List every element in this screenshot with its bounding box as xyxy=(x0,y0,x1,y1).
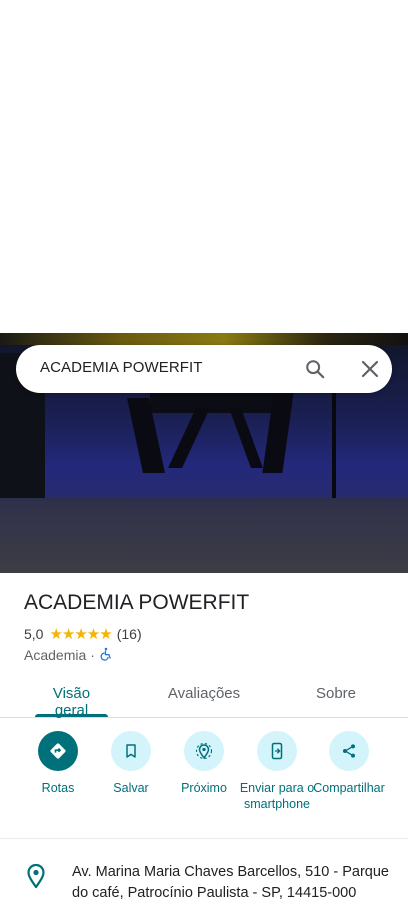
close-icon[interactable] xyxy=(356,355,384,383)
map-blank-area xyxy=(0,0,408,333)
place-title: ACADEMIA POWERFIT xyxy=(24,591,250,614)
separator: · xyxy=(90,647,95,663)
tab-reviews[interactable]: Avaliações xyxy=(164,685,244,702)
save-button[interactable]: Salvar xyxy=(93,731,169,796)
send-to-phone-button[interactable]: Enviar para o smartphone xyxy=(239,731,315,812)
tab-about[interactable]: Sobre xyxy=(310,685,362,702)
address-text: Av. Marina Maria Chaves Barcellos, 510 -… xyxy=(72,864,389,901)
action-label: Rotas xyxy=(41,781,75,795)
active-tab-indicator xyxy=(35,714,108,717)
send-to-phone-icon xyxy=(257,731,297,771)
place-tabs: Visão geral Avaliações Sobre xyxy=(0,677,408,719)
rating-row[interactable]: 5,0 ★★★★★ (16) xyxy=(24,625,142,643)
search-input[interactable]: ACADEMIA POWERFIT xyxy=(40,359,203,376)
address-row[interactable]: Av. Marina Maria Chaves Barcellos, 510 -… xyxy=(0,860,408,906)
nearby-icon xyxy=(184,731,224,771)
wheelchair-icon xyxy=(99,647,113,664)
directions-button[interactable]: Rotas xyxy=(20,731,96,796)
bookmark-icon xyxy=(111,731,151,771)
action-label: Enviar para o smartphone xyxy=(239,781,315,811)
location-pin-icon xyxy=(26,863,46,889)
action-label: Salvar xyxy=(113,781,149,795)
star-rating-icon: ★★★★★ xyxy=(49,626,112,643)
search-bar[interactable]: ACADEMIA POWERFIT xyxy=(16,345,392,393)
share-icon xyxy=(329,731,369,771)
nearby-button[interactable]: Próximo xyxy=(166,731,242,796)
review-count[interactable]: (16) xyxy=(117,626,142,642)
search-icon[interactable] xyxy=(301,355,329,383)
share-button[interactable]: Compartilhar xyxy=(311,731,387,796)
place-category[interactable]: Academia xyxy=(24,647,86,663)
category-row: Academia · xyxy=(24,646,113,664)
directions-icon xyxy=(38,731,78,771)
action-buttons: Rotas Salvar Próximo Enviar para o smart… xyxy=(0,731,408,831)
action-label: Compartilhar xyxy=(313,781,385,795)
rating-value: 5,0 xyxy=(24,626,44,642)
divider xyxy=(0,838,408,839)
action-label: Próximo xyxy=(181,781,227,795)
